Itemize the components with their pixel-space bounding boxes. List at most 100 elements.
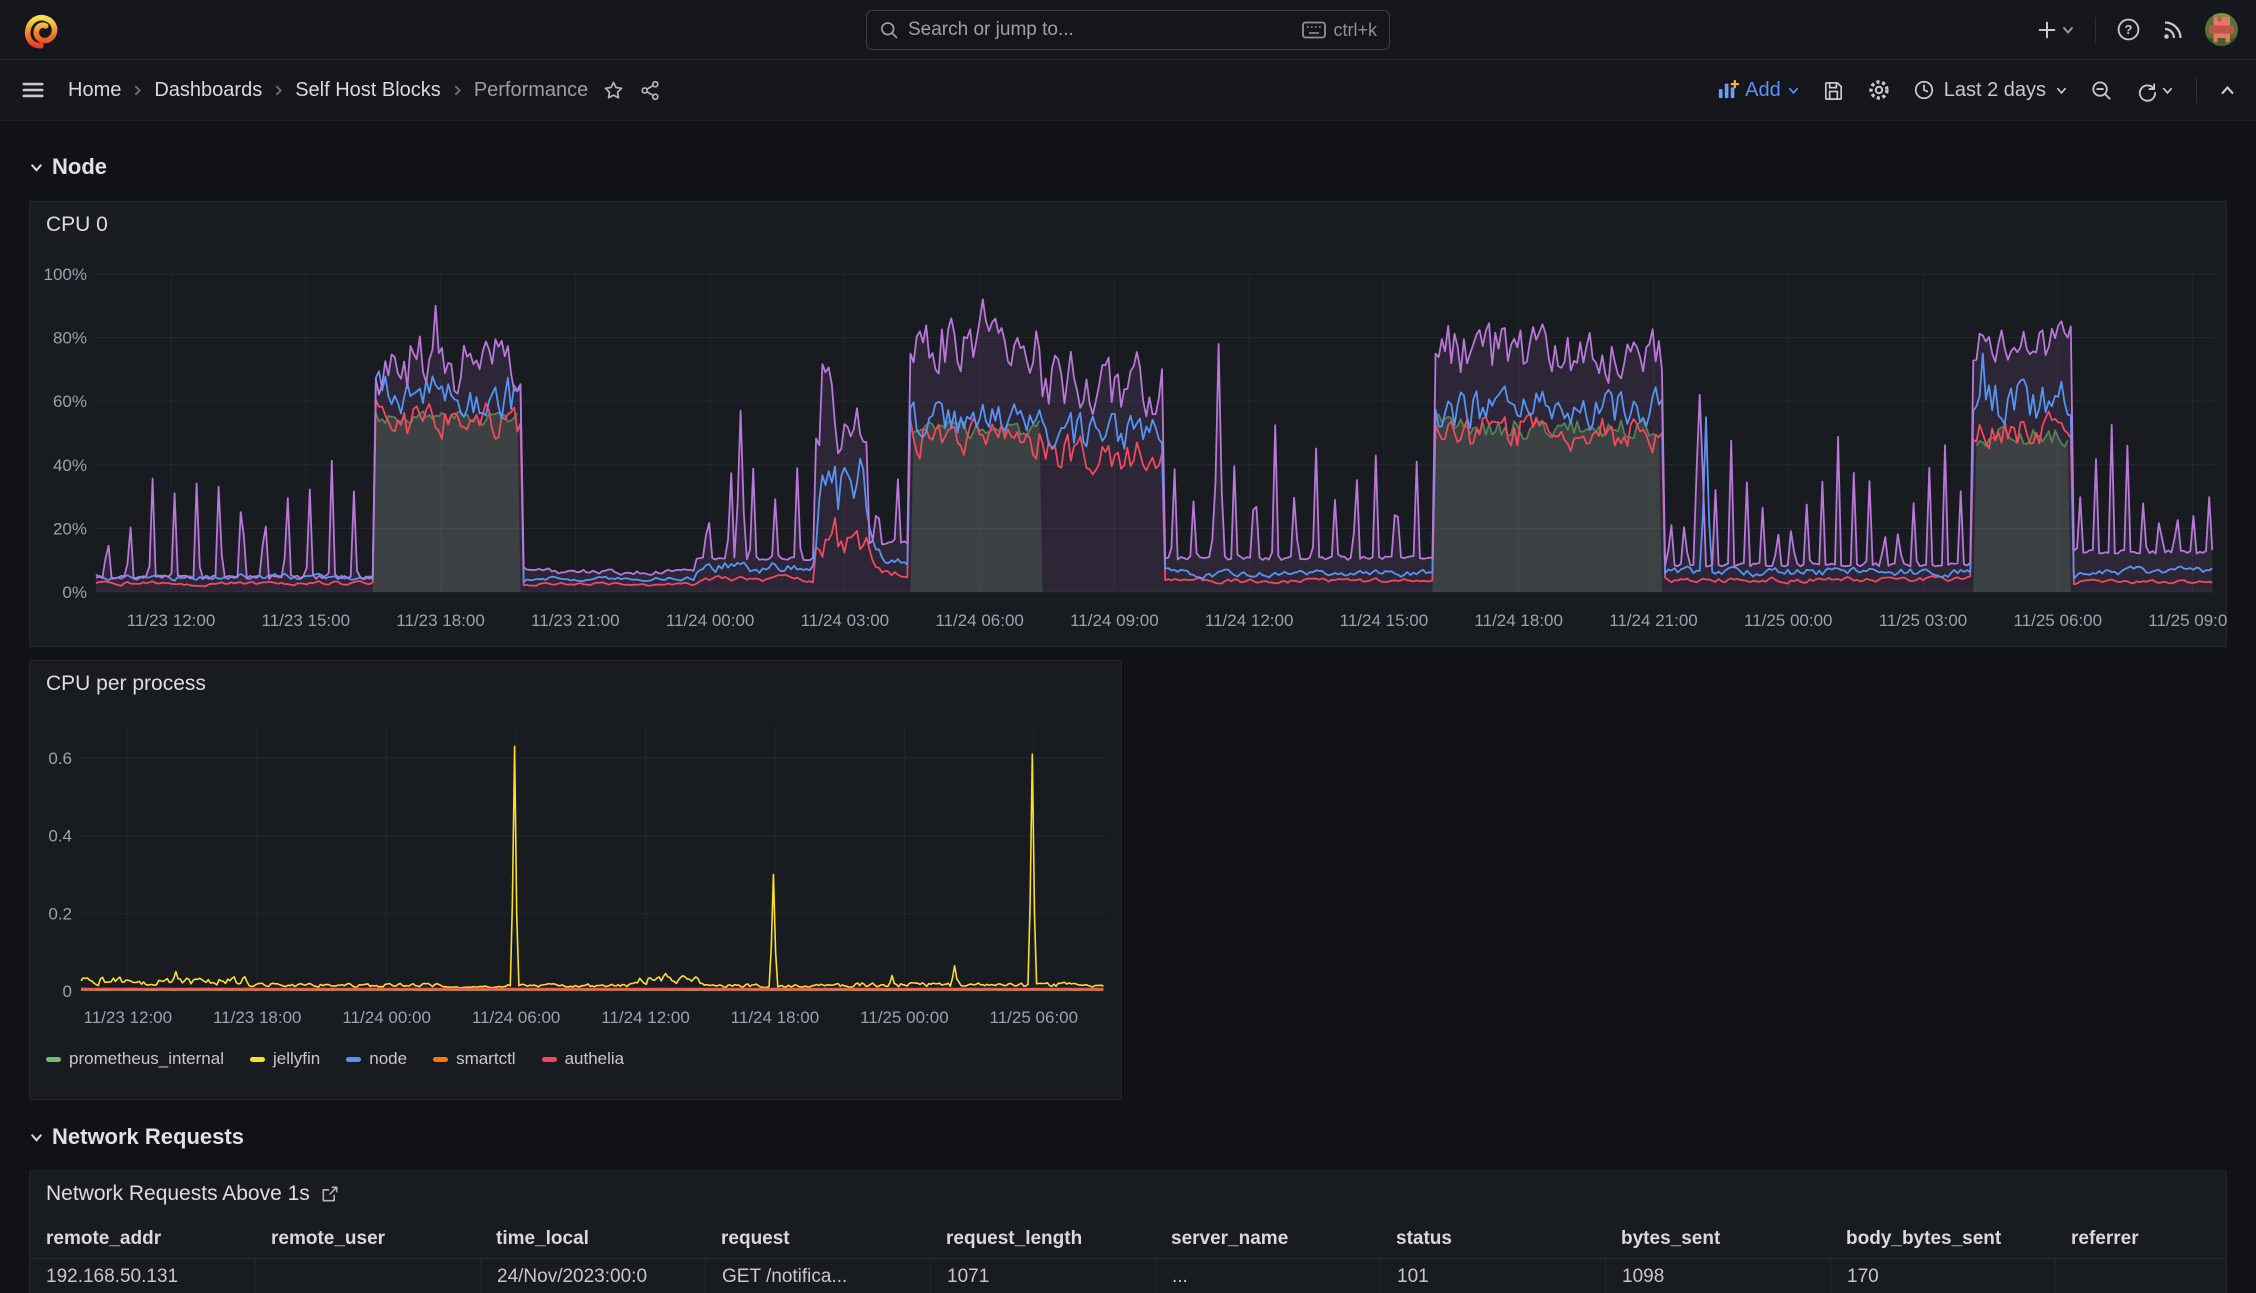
search-input[interactable]: Search or jump to... ctrl+k (866, 10, 1390, 50)
user-avatar[interactable] (2205, 13, 2238, 46)
legend-label: smartctl (456, 1049, 516, 1068)
avatar-pixel-art (2205, 13, 2238, 46)
refresh-button[interactable] (2135, 79, 2174, 102)
breadcrumb-current: Performance (473, 78, 589, 101)
table-cell (255, 1259, 480, 1293)
table-column-header[interactable]: referrer (2055, 1220, 2226, 1258)
section-header-network-requests[interactable]: Network Requests (29, 1124, 2227, 1150)
panel-cpu0-title[interactable]: CPU 0 (30, 202, 2226, 237)
new-button[interactable] (2036, 19, 2075, 41)
table-cell: 1098 (1605, 1259, 1830, 1293)
news-button[interactable] (2161, 18, 2185, 42)
chart-legend: prometheus_internal jellyfin node smartctl a… (46, 1049, 624, 1069)
svg-text:0.2: 0.2 (48, 904, 72, 923)
svg-text:11/24 15:00: 11/24 15:00 (1340, 611, 1429, 630)
svg-text:11/24 21:00: 11/24 21:00 (1609, 611, 1698, 630)
menu-button[interactable] (20, 77, 46, 103)
svg-text:0.4: 0.4 (48, 827, 72, 846)
search-placeholder: Search or jump to... (908, 19, 1074, 40)
help-icon: ? (2117, 18, 2140, 41)
table-row[interactable]: 192.168.50.131 24/Nov/2023:00:0 GET /notif… (30, 1258, 2226, 1293)
svg-text:11/24 06:00: 11/24 06:00 (935, 611, 1024, 630)
svg-text:11/25 06:00: 11/25 06:00 (990, 1008, 1079, 1027)
star-icon (604, 81, 623, 99)
dashboard-content: Node CPU 0 0% 20% 40% 60% 80% 100% 11/23 12:00… (0, 154, 2256, 1293)
panel-cpu0: CPU 0 0% 20% 40% 60% 80% 100% 11/23 12:00 11/23… (29, 201, 2228, 647)
breadcrumb-home[interactable]: Home (68, 79, 121, 102)
grafana-logo[interactable] (24, 11, 60, 49)
chevron-down-icon (2056, 87, 2067, 94)
legend-item-prometheus_internal[interactable]: prometheus_internal (46, 1049, 224, 1069)
legend-item-jellyfin[interactable]: jellyfin (249, 1049, 320, 1069)
chevron-down-icon (31, 1133, 42, 1142)
table-column-header[interactable]: body_bytes_sent (1830, 1220, 2055, 1258)
svg-text:11/23 15:00: 11/23 15:00 (262, 611, 351, 630)
cpu-per-process-chart[interactable]: 0 0.2 0.4 0.6 11/23 12:00 11/23 18:00 11/24 00… (30, 696, 1121, 1038)
collapse-toolbar-button[interactable] (2219, 82, 2236, 99)
chevron-down-icon (2162, 87, 2173, 94)
table-cell: GET /notifica... (705, 1259, 930, 1293)
svg-text:40%: 40% (53, 456, 87, 475)
table-column-header[interactable]: status (1380, 1220, 1605, 1258)
panel-cpu-per-process-title[interactable]: CPU per process (30, 661, 1121, 696)
table-header-row: remote_addr remote_user time_local request r… (30, 1220, 2226, 1258)
svg-text:11/25 03:00: 11/25 03:00 (1879, 611, 1968, 630)
svg-text:11/25 00:00: 11/25 00:00 (860, 1008, 949, 1027)
svg-text:11/23 18:00: 11/23 18:00 (213, 1008, 302, 1027)
breadcrumb-folder[interactable]: Self Host Blocks (295, 79, 441, 102)
svg-text:11/23 12:00: 11/23 12:00 (127, 611, 216, 630)
breadcrumb-dashboards[interactable]: Dashboards (154, 79, 262, 102)
legend-item-smartctl[interactable]: smartctl (433, 1049, 516, 1069)
zoom-out-icon (2092, 80, 2111, 100)
chevron-up-icon (2221, 85, 2234, 94)
table-column-header[interactable]: remote_addr (30, 1220, 255, 1258)
table-column-header[interactable]: remote_user (255, 1220, 480, 1258)
breadcrumb: Home Dashboards Self Host Blocks Perform… (68, 79, 588, 102)
svg-text:11/24 18:00: 11/24 18:00 (731, 1008, 820, 1027)
svg-text:11/25 09:00: 11/25 09:00 (2148, 611, 2228, 630)
table-cell: ... (1155, 1259, 1380, 1293)
legend-item-node[interactable]: node (346, 1049, 407, 1069)
chevron-down-icon (1788, 87, 1798, 94)
dashboard-settings-button[interactable] (1867, 78, 1891, 102)
table-column-header[interactable]: time_local (480, 1220, 705, 1258)
chevron-right-icon (131, 84, 144, 97)
chevron-down-icon (2063, 26, 2073, 34)
breadcrumb-bar: Home Dashboards Self Host Blocks Perform… (0, 60, 2256, 121)
table-cell: 101 (1380, 1259, 1605, 1293)
svg-text:11/24 12:00: 11/24 12:00 (601, 1008, 690, 1027)
svg-text:11/23 21:00: 11/23 21:00 (531, 611, 620, 630)
clock-icon (1914, 80, 1933, 100)
table-cell: 24/Nov/2023:00:0 (480, 1259, 705, 1293)
table-column-header[interactable]: request (705, 1220, 930, 1258)
table-column-header[interactable]: server_name (1155, 1220, 1380, 1258)
svg-text:11/25 06:00: 11/25 06:00 (2013, 611, 2102, 630)
table-column-header[interactable]: bytes_sent (1605, 1220, 1830, 1258)
panel-cpu-per-process: CPU per process 0 0.2 0.4 0.6 11/23 12:00 11/… (29, 660, 1122, 1100)
search-shortcut: ctrl+k (1302, 20, 1377, 41)
panel-network-requests-title[interactable]: Network Requests Above 1s (30, 1171, 2226, 1206)
help-button[interactable]: ? (2116, 17, 2141, 42)
svg-text:?: ? (2125, 22, 2133, 37)
legend-color-chip (541, 1056, 557, 1062)
legend-label: authelia (564, 1049, 625, 1068)
external-link-icon[interactable] (320, 1184, 340, 1204)
table-column-header[interactable]: request_length (930, 1220, 1155, 1258)
table-cell (2055, 1259, 2226, 1293)
legend-item-authelia[interactable]: authelia (541, 1049, 625, 1069)
time-range-picker[interactable]: Last 2 days (1913, 79, 2068, 102)
save-icon (1824, 81, 1842, 100)
cpu0-chart[interactable]: 0% 20% 40% 60% 80% 100% 11/23 12:00 11/23 15:00… (30, 237, 2228, 643)
favorite-button[interactable] (602, 79, 625, 102)
save-dashboard-button[interactable] (1822, 79, 1845, 102)
svg-text:11/24 06:00: 11/24 06:00 (472, 1008, 561, 1027)
time-range-label: Last 2 days (1943, 78, 2046, 101)
legend-label: prometheus_internal (69, 1049, 224, 1068)
share-button[interactable] (639, 79, 662, 102)
top-navigation: Search or jump to... ctrl+k ? (0, 0, 2256, 60)
zoom-out-button[interactable] (2090, 79, 2113, 102)
legend-label: node (369, 1049, 408, 1068)
legend-color-chip (249, 1056, 265, 1062)
section-header-node[interactable]: Node (29, 154, 2227, 180)
add-button[interactable]: Add (1717, 79, 1800, 102)
